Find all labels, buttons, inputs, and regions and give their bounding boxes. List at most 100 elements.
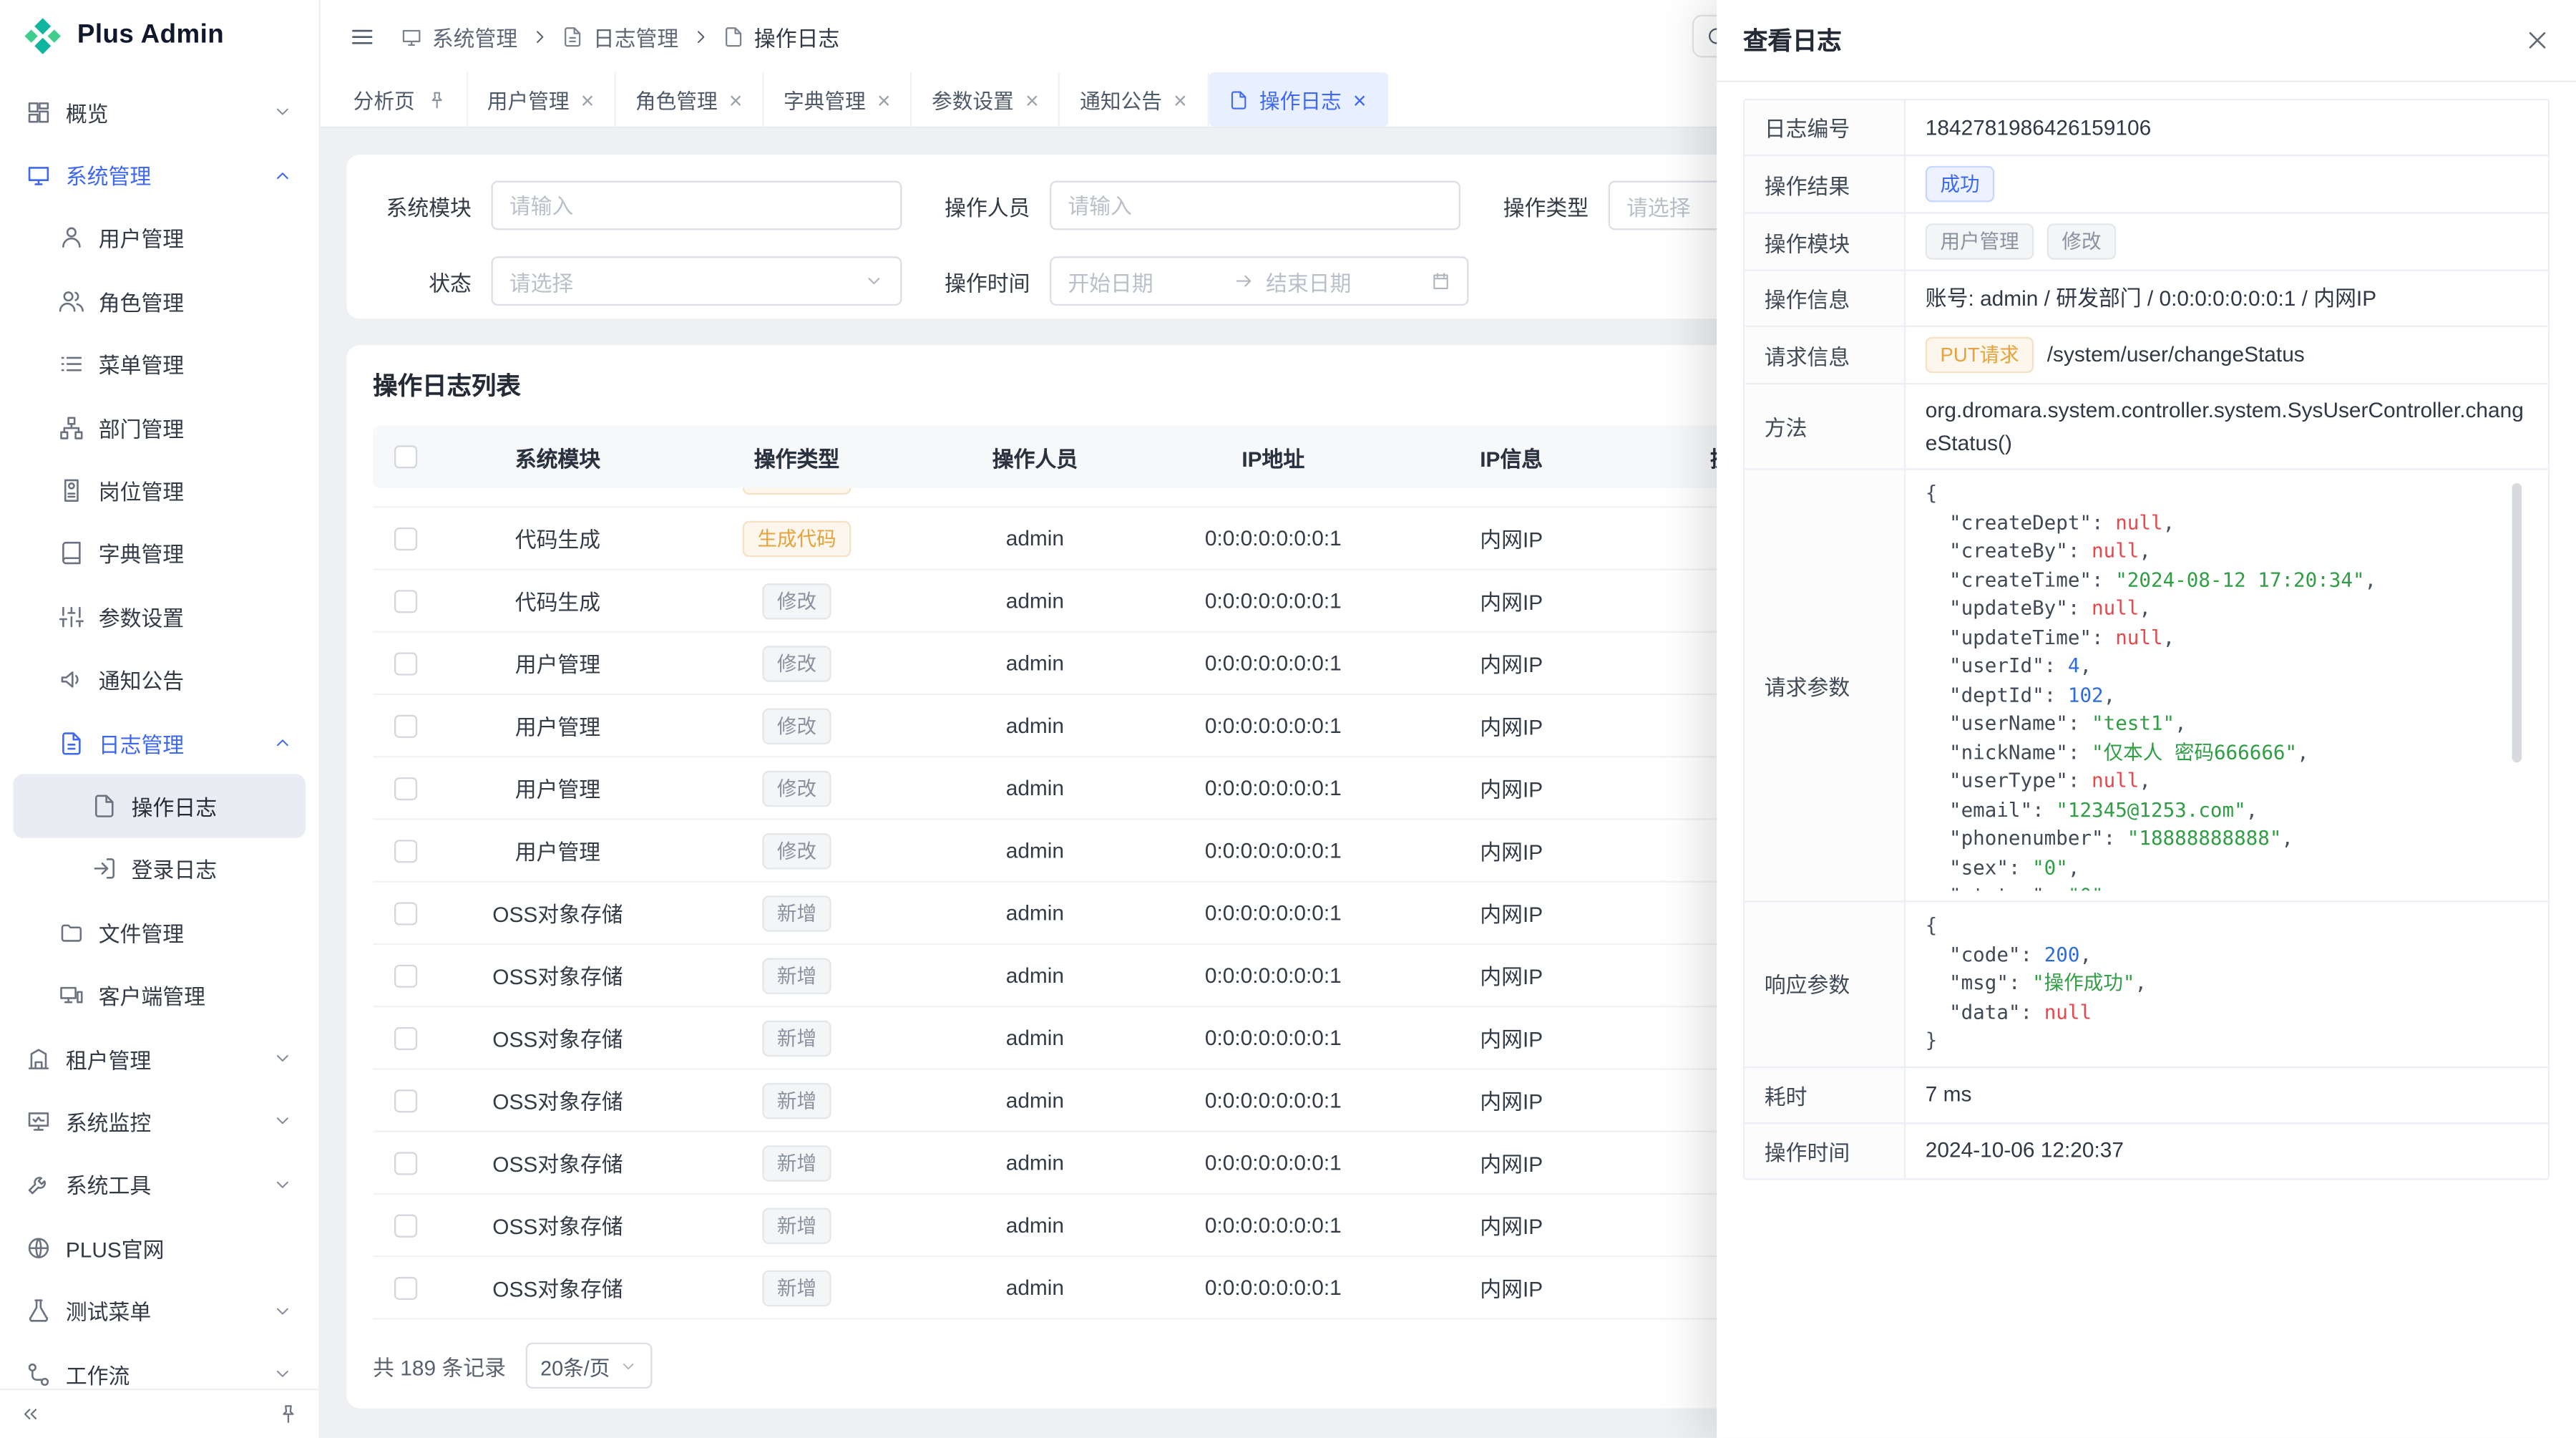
breadcrumb-item[interactable]: 日志管理 [562, 21, 678, 52]
row-checkbox[interactable] [394, 589, 417, 612]
sidebar-item-label: 概览 [66, 97, 109, 128]
tab-operation-log[interactable]: 操作日志 × [1209, 72, 1388, 127]
sidebar-item-post[interactable]: 岗位管理 [13, 459, 306, 522]
row-checkbox[interactable] [394, 901, 417, 924]
operator-filter-input[interactable] [1050, 181, 1460, 230]
sidebar-item-user[interactable]: 用户管理 [13, 207, 306, 270]
operation-time-range[interactable]: 开始日期 结束日期 [1050, 256, 1468, 306]
sidebar-item-site[interactable]: PLUS官网 [13, 1216, 306, 1279]
page-size-value: 20条/页 [540, 1350, 610, 1381]
code-scrollbar[interactable] [2512, 483, 2522, 762]
sidebar-item-login-log[interactable]: 登录日志 [13, 837, 306, 900]
cell-ip-info: 内网IP [1393, 1022, 1630, 1054]
filter-label-type: 操作类型 [1460, 190, 1609, 221]
sidebar-item-log[interactable]: 日志管理 [13, 711, 306, 774]
page-size-select[interactable]: 20条/页 [526, 1343, 653, 1389]
select-all-checkbox[interactable] [394, 445, 417, 468]
column-header: 操作人员 [917, 441, 1153, 472]
cell-operation-type: 生成代码 [677, 488, 917, 494]
field-value: 用户管理修改 [1906, 213, 2548, 269]
sidebar-item-tenant[interactable]: 租户管理 [13, 1027, 306, 1090]
sidebar-item-label: 测试菜单 [66, 1295, 151, 1326]
dict-icon [59, 541, 84, 565]
cell-operation-type: 生成代码 [677, 520, 917, 557]
breadcrumb-label: 操作日志 [754, 21, 839, 52]
breadcrumb-item[interactable]: 操作日志 [723, 21, 839, 52]
select-placeholder: 请选择 [509, 266, 574, 297]
app-title: Plus Admin [77, 21, 224, 51]
tab-close-icon[interactable]: × [1353, 88, 1367, 111]
sidebar-item-menu[interactable]: 菜单管理 [13, 333, 306, 396]
field-label: 操作信息 [1745, 271, 1906, 326]
tab-close-icon[interactable]: × [877, 88, 891, 111]
field-text: /system/user/changeStatus [2047, 339, 2305, 371]
row-checkbox[interactable] [394, 1026, 417, 1049]
field-label: 操作结果 [1745, 156, 1906, 212]
logo-icon [23, 16, 62, 56]
tab-close-icon[interactable]: × [729, 88, 743, 111]
tab-close-icon[interactable]: × [1174, 88, 1187, 111]
post-icon [59, 478, 84, 502]
sidebar-item-dept[interactable]: 部门管理 [13, 396, 306, 459]
sidebar-item-file[interactable]: 文件管理 [13, 900, 306, 963]
log-detail-drawer: 查看日志 日志编号1842781986426159106操作结果成功操作模块用户… [1717, 0, 2576, 1438]
tab-user[interactable]: 用户管理× [467, 72, 615, 127]
row-checkbox[interactable] [394, 1276, 417, 1299]
chevron-up-icon [273, 165, 293, 185]
chevron-down-icon [273, 102, 293, 122]
sidebar-item-role[interactable]: 角色管理 [13, 270, 306, 333]
row-checkbox[interactable] [394, 651, 417, 674]
cell-operator: admin [917, 776, 1153, 800]
row-checkbox[interactable] [394, 527, 417, 550]
sidebar-item-tool[interactable]: 系统工具 [13, 1153, 306, 1216]
menu-toggle-button[interactable] [350, 24, 374, 48]
breadcrumb-item[interactable]: 系统管理 [401, 21, 517, 52]
sidebar-item-monitor[interactable]: 系统监控 [13, 1090, 306, 1153]
sidebar-item-dict[interactable]: 字典管理 [13, 522, 306, 585]
app-logo[interactable]: Plus Admin [0, 0, 318, 72]
tab-label: 操作日志 [1259, 84, 1342, 115]
row-checkbox[interactable] [394, 777, 417, 800]
tab-notice[interactable]: 通知公告× [1060, 72, 1209, 127]
cell-ip-info: 内网IP [1393, 772, 1630, 804]
info-tag: 修改 [762, 645, 831, 681]
sidebar-item-operation-log[interactable]: 操作日志 [13, 774, 306, 837]
cell-operator: admin [917, 1213, 1153, 1237]
row-checkbox[interactable] [394, 1089, 417, 1112]
sidebar-item-label: 系统管理 [66, 160, 151, 191]
tab-role[interactable]: 角色管理× [615, 72, 763, 127]
tab-param[interactable]: 参数设置× [912, 72, 1060, 127]
status-select[interactable]: 请选择 [491, 256, 902, 306]
sidebar-item-system[interactable]: 系统管理 [13, 144, 306, 207]
field-label: 请求参数 [1745, 470, 1906, 901]
dashboard-icon [26, 99, 51, 124]
sidebar-item-notice[interactable]: 通知公告 [13, 648, 306, 711]
sidebar-item-test[interactable]: 测试菜单 [13, 1279, 306, 1342]
close-drawer-button[interactable] [2525, 28, 2550, 52]
row-checkbox[interactable] [394, 964, 417, 987]
sidebar-item-client[interactable]: 客户端管理 [13, 963, 306, 1026]
pin-sidebar-button[interactable] [278, 1404, 299, 1425]
row-checkbox[interactable] [394, 1214, 417, 1237]
collapse-sidebar-button[interactable] [20, 1404, 42, 1425]
sidebar-item-workflow[interactable]: 工作流 [13, 1342, 306, 1389]
row-checkbox[interactable] [394, 714, 417, 737]
drawer-field-duration: 耗时7 ms [1745, 1067, 2548, 1123]
row-checkbox[interactable] [394, 839, 417, 862]
info-tag: 新增 [762, 1207, 831, 1243]
doc-icon [92, 794, 117, 818]
field-label: 耗时 [1745, 1067, 1906, 1122]
cell-operation-type: 修改 [677, 707, 917, 744]
tab-analysis[interactable]: 分析页 [333, 72, 467, 127]
tab-close-icon[interactable]: × [581, 88, 595, 111]
info-tag: 修改 [762, 832, 831, 869]
module-filter-input[interactable] [491, 181, 902, 230]
sidebar-item-overview[interactable]: 概览 [13, 80, 306, 143]
cell-ip-info: 内网IP [1393, 488, 1630, 492]
drawer-field-info: 操作信息账号: admin / 研发部门 / 0:0:0:0:0:0:0:1 /… [1745, 271, 2548, 327]
sidebar-item-param[interactable]: 参数设置 [13, 586, 306, 648]
tab-dict[interactable]: 字典管理× [763, 72, 912, 127]
row-checkbox[interactable] [394, 1151, 417, 1174]
tab-close-icon[interactable]: × [1025, 88, 1039, 111]
cell-ip-info: 内网IP [1393, 898, 1630, 929]
